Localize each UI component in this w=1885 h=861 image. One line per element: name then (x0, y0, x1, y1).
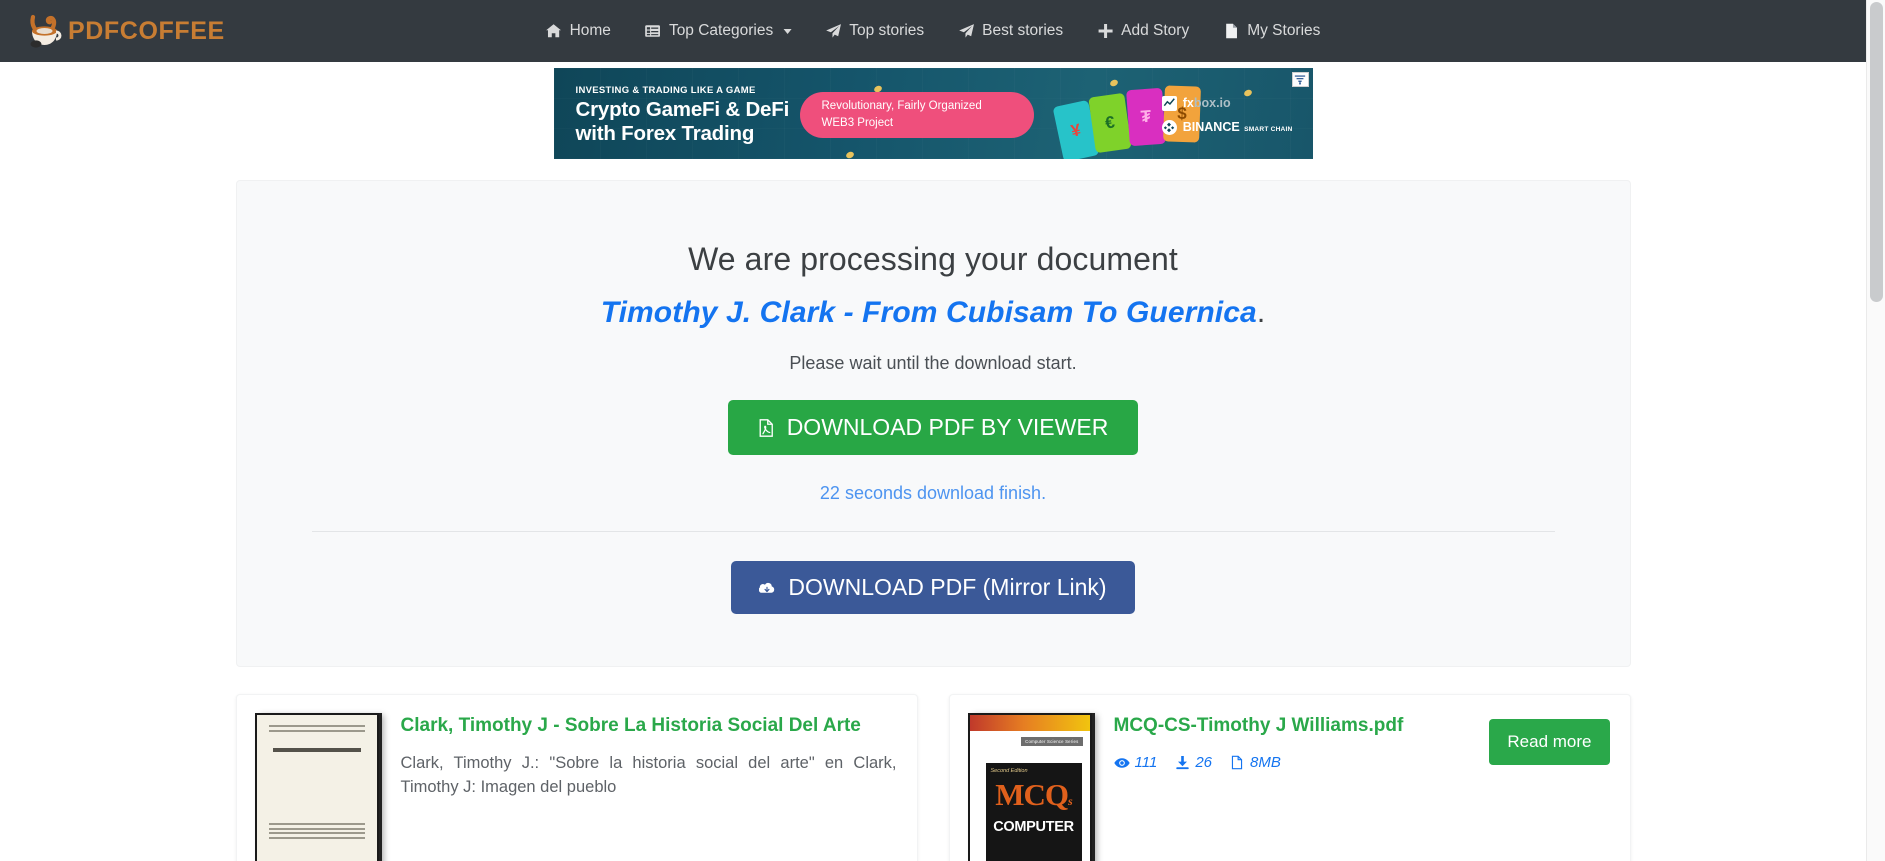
filesize-value: 8MB (1250, 754, 1281, 772)
please-wait-text: Please wait until the download start. (789, 353, 1077, 373)
file-icon (1229, 755, 1245, 771)
nav-item-label: Top Categories (668, 22, 774, 39)
nav-item-label: Best stories (982, 22, 1064, 39)
cover-main-title: MCQs (995, 777, 1072, 812)
book-cover-thumbnail: Computer Science Series Second Edition M… (967, 713, 1092, 861)
related-title-link[interactable]: Clark, Timothy J - Sobre La Historia Soc… (401, 713, 897, 738)
ad-card-tether: ₮ (1125, 87, 1166, 147)
list-item[interactable]: Computer Science Series Second Edition M… (948, 694, 1631, 861)
related-stats: 111 26 8MB (1113, 754, 1476, 772)
brand-logo-link[interactable]: PDFCOFFEE (25, 11, 225, 51)
nav-item-top-categories[interactable]: Top Categories (628, 14, 808, 48)
brand-name: PDFCOFFEE (68, 16, 225, 45)
nav-item-add-story[interactable]: Add Story (1080, 14, 1206, 48)
nav-item-label: Add Story (1121, 22, 1190, 39)
page-title: We are processing your document Timothy … (297, 239, 1570, 331)
downloads-count: 26 (1195, 754, 1212, 772)
ad-banner[interactable]: INVESTING & TRADING LIKE A GAME Crypto G… (553, 68, 1313, 159)
cover-edition-label: Second Edition (990, 768, 1028, 774)
list-alt-icon (645, 23, 661, 39)
related-documents-row: Clark, Timothy J - Sobre La Historia Soc… (235, 694, 1631, 861)
ad-card-euro: € (1087, 92, 1132, 154)
top-navbar: PDFCOFFEE Home Top Categories Top storie… (0, 0, 1866, 62)
list-item-body: MCQ-CS-Timothy J Williams.pdf 111 26 8MB… (1114, 713, 1610, 771)
ad-brand-fxbox-text: fxbox.io (1182, 96, 1231, 111)
status-badge-filesize: 8MB (1229, 754, 1281, 771)
cloud-download-icon (759, 580, 775, 596)
ad-brand-fxbox: fxbox.io (1161, 96, 1293, 111)
related-description: Clark, Timothy J.: "Sobre la historia so… (400, 754, 897, 796)
status-badge-views: 111 (1113, 754, 1158, 772)
ad-pill-text: Revolutionary, Fairly Organized WEB3 Pro… (822, 98, 982, 131)
file-pdf-icon (758, 418, 774, 437)
download-viewer-label: DOWNLOAD PDF BY VIEWER (786, 414, 1109, 440)
paper-plane-icon (958, 23, 974, 39)
page-viewport: PDFCOFFEE Home Top Categories Top storie… (0, 0, 1866, 861)
ad-banner-wrap: INVESTING & TRADING LIKE A GAME Crypto G… (0, 62, 1866, 159)
ad-kicker: INVESTING & TRADING LIKE A GAME (575, 85, 756, 96)
cover-bottom-title: COMPUTER (993, 819, 1074, 835)
page-scrollbar[interactable] (1866, 0, 1885, 861)
download-pdf-mirror-link-button[interactable]: DOWNLOAD PDF (Mirror Link) (731, 561, 1135, 614)
list-item[interactable]: Clark, Timothy J - Sobre La Historia Soc… (235, 694, 918, 861)
nav-links: Home Top Categories Top stories Best sto… (529, 14, 1338, 48)
nav-item-best-stories[interactable]: Best stories (941, 14, 1080, 48)
download-mirror-label: DOWNLOAD PDF (Mirror Link) (788, 574, 1107, 600)
ad-headline-line1: Crypto GameFi & DeFi (575, 98, 790, 121)
nav-item-my-stories[interactable]: My Stories (1206, 14, 1337, 48)
document-cover-thumbnail (254, 713, 379, 861)
download-pdf-by-viewer-button[interactable]: DOWNLOAD PDF BY VIEWER (727, 400, 1139, 455)
coffee-cup-icon (25, 11, 65, 51)
list-item-text: MCQ-CS-Timothy J Williams.pdf 111 26 8MB (1114, 713, 1476, 771)
binance-icon (1161, 119, 1177, 135)
document-title: Timothy J. Clark - From Cubisam To Guern… (600, 296, 1266, 329)
chevron-down-icon (783, 28, 792, 34)
page-root: PDFCOFFEE Home Top Categories Top storie… (0, 0, 1885, 861)
section-divider (311, 531, 1555, 532)
ad-brand-binance-text: BINANCE SMART CHAIN (1182, 120, 1293, 134)
list-item-body: Clark, Timothy J - Sobre La Historia Soc… (401, 713, 897, 799)
read-more-button[interactable]: Read more (1489, 719, 1610, 766)
related-title-link[interactable]: MCQ-CS-Timothy J Williams.pdf (1114, 713, 1476, 738)
adchoices-icon[interactable] (1291, 72, 1309, 87)
ad-pill: Revolutionary, Fairly Organized WEB3 Pro… (799, 92, 1034, 138)
download-icon (1174, 755, 1190, 771)
processing-card: We are processing your document Timothy … (235, 180, 1631, 667)
processing-text: We are processing your document (688, 241, 1178, 277)
nav-item-label: Top stories (849, 22, 925, 39)
file-icon (1223, 23, 1239, 39)
ad-brand-binance: BINANCE SMART CHAIN (1161, 118, 1293, 136)
ad-headline: Crypto GameFi & DeFi with Forex Trading (576, 98, 790, 146)
seconds-countdown-note: 22 seconds download finish. (819, 483, 1047, 503)
home-icon (546, 23, 562, 39)
ad-headline-line2: with Forex Trading (575, 122, 755, 146)
plus-icon (1097, 23, 1113, 39)
scrollbar-thumb[interactable] (1870, 2, 1883, 302)
status-badge-downloads: 26 (1174, 754, 1212, 771)
nav-item-top-stories[interactable]: Top stories (808, 14, 941, 48)
paper-plane-icon (825, 23, 841, 39)
main-container: We are processing your document Timothy … (235, 159, 1631, 861)
list-item-text: Clark, Timothy J - Sobre La Historia Soc… (401, 713, 897, 799)
nav-item-label: My Stories (1247, 22, 1321, 39)
ad-pill-line2: WEB3 Project (821, 117, 894, 129)
ad-pill-line1: Revolutionary, Fairly Organized (821, 100, 982, 113)
views-count: 111 (1134, 754, 1158, 772)
eye-icon (1113, 755, 1130, 771)
nav-item-home[interactable]: Home (529, 14, 628, 48)
chart-line-icon (1161, 96, 1177, 111)
ad-brand-logos: fxbox.io BINANCE SMART CHAIN (1161, 96, 1293, 136)
cover-series-label: Computer Science Series (1021, 737, 1083, 746)
nav-item-label: Home (569, 22, 611, 39)
